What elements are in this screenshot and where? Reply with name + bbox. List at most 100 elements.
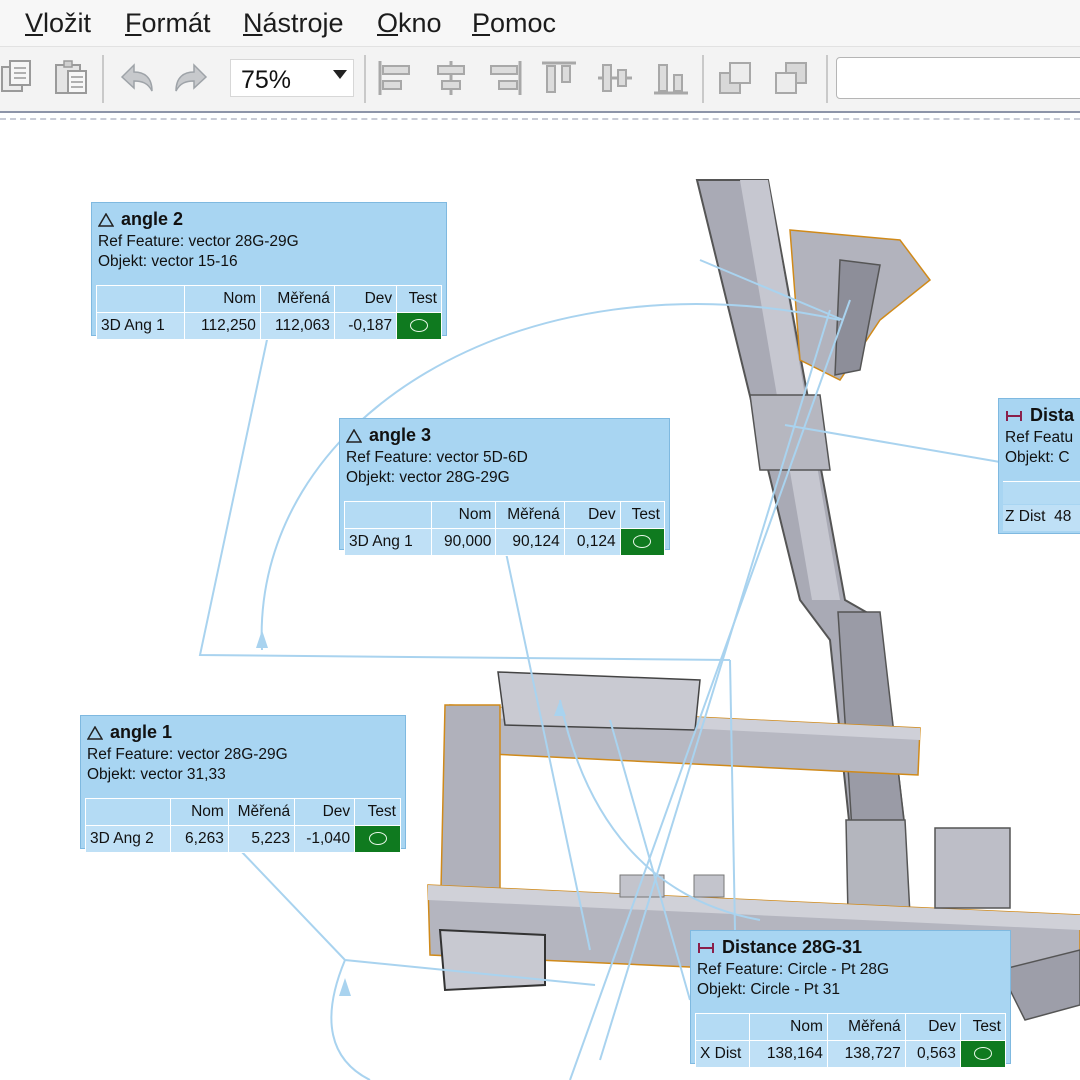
align-left-icon[interactable]	[374, 57, 416, 99]
col-measured: Měřená	[227, 798, 296, 826]
object-text: Objekt: vector 31,33	[87, 766, 226, 783]
dev-value: 0,563	[904, 1040, 961, 1068]
col-test: Test	[396, 285, 442, 313]
col-nom: Nom	[431, 501, 497, 529]
copy-icon[interactable]	[0, 57, 36, 99]
test-pass-indicator	[619, 528, 666, 556]
dev-value: 0,124	[563, 528, 621, 556]
menu-pomoc[interactable]: Pomoc	[472, 8, 556, 39]
angle-icon	[346, 428, 362, 443]
test-pass-indicator	[396, 312, 442, 340]
nom-value: 138,164	[749, 1040, 828, 1068]
paste-icon[interactable]	[50, 57, 92, 99]
align-top-icon[interactable]	[538, 57, 580, 99]
label-angle-3[interactable]: angle 3 Ref Feature: vector 5D-6D Objekt…	[339, 418, 670, 556]
row-name: 3D Ang 1	[343, 528, 433, 556]
table-header-row	[1003, 481, 1080, 504]
row-name: Z Dist	[1005, 508, 1046, 525]
distance-icon	[1005, 410, 1022, 421]
table-row: 3D Ang 2 6,263 5,223 -1,040	[84, 825, 401, 853]
col-dev: Dev	[904, 1013, 961, 1041]
arrowhead-icon	[256, 630, 268, 648]
col-test: Test	[354, 798, 401, 826]
chevron-down-icon[interactable]	[333, 70, 347, 79]
distance-icon	[698, 942, 714, 953]
label-title: angle 3	[369, 425, 432, 445]
toolbar: 75%	[0, 47, 1080, 113]
dev-value: -1,040	[294, 825, 356, 853]
zoom-select[interactable]: 75%	[230, 59, 354, 97]
table-row: X Dist 138,164 138,727 0,563	[694, 1040, 1007, 1068]
measured-value: 90,124	[495, 528, 565, 556]
dev-value: -0,187	[333, 312, 398, 340]
ref-feature-text: Ref Feature: vector 5D-6D	[346, 449, 528, 466]
table-row: Z Dist 48	[1003, 505, 1080, 531]
redo-icon[interactable]	[170, 57, 212, 99]
object-text: Objekt: vector 15-16	[98, 253, 238, 270]
label-title: angle 1	[110, 722, 173, 742]
align-right-icon[interactable]	[484, 57, 526, 99]
menu-bar: Vložit Formát Nástroje Okno Pomoc	[0, 0, 1080, 47]
col-dev: Dev	[294, 798, 356, 826]
send-backward-icon[interactable]	[772, 57, 814, 99]
arrowhead-icon	[339, 978, 351, 996]
table-row: 3D Ang 1 112,250 112,063 -0,187	[95, 312, 442, 340]
ref-feature-text: Ref Feature: Circle - Pt 28G	[697, 961, 890, 978]
label-angle-2[interactable]: angle 2 Ref Feature: vector 28G-29G Obje…	[91, 202, 447, 340]
label-title: Distance 28G-31	[722, 937, 863, 957]
col-measured: Měřená	[495, 501, 565, 529]
label-distance-partial[interactable]: Dista Ref Featu Objekt: C Z Dist 48	[998, 398, 1080, 534]
col-nom: Nom	[184, 285, 261, 313]
table-row: 3D Ang 1 90,000 90,124 0,124	[343, 528, 666, 556]
menu-okno[interactable]: Okno	[377, 8, 442, 39]
col-nom: Nom	[170, 798, 229, 826]
test-pass-indicator	[354, 825, 401, 853]
align-bottom-icon[interactable]	[650, 57, 692, 99]
row-name: X Dist	[694, 1040, 751, 1068]
align-middle-icon[interactable]	[594, 57, 636, 99]
toolbar-separator	[826, 55, 828, 103]
col-measured: Měřená	[826, 1013, 906, 1041]
measured-value: 5,223	[227, 825, 296, 853]
col-test: Test	[959, 1013, 1007, 1041]
test-pass-indicator	[959, 1040, 1007, 1068]
toolbar-input[interactable]	[836, 57, 1080, 99]
row-name: 3D Ang 2	[84, 825, 172, 853]
label-distance-28g-31[interactable]: Distance 28G-31 Ref Feature: Circle - Pt…	[690, 930, 1011, 1068]
object-text: Objekt: C	[1005, 449, 1070, 466]
nom-value: 90,000	[431, 528, 497, 556]
pass-circle-icon	[973, 1047, 992, 1061]
label-angle-1[interactable]: angle 1 Ref Feature: vector 28G-29G Obje…	[80, 715, 406, 853]
angle-icon	[98, 212, 114, 227]
label-title: Dista	[1029, 405, 1074, 425]
ref-feature-text: Ref Feature: vector 28G-29G	[87, 746, 288, 763]
measured-value: 112,063	[259, 312, 335, 340]
measurement-table: Nom Měřená Dev Test 3D Ang 1 90,000 90,1…	[343, 501, 666, 556]
menu-nastroje[interactable]: Nástroje	[243, 8, 344, 39]
measured-value: 138,727	[826, 1040, 906, 1068]
measurement-table: Nom Měřená Dev Test 3D Ang 1 112,250 112…	[95, 285, 442, 340]
col-dev: Dev	[563, 501, 621, 529]
toolbar-separator	[102, 55, 104, 103]
label-title: angle 2	[121, 209, 184, 229]
align-center-icon[interactable]	[430, 57, 472, 99]
toolbar-separator	[702, 55, 704, 103]
menu-format[interactable]: Formát	[125, 8, 211, 39]
measurement-table: Nom Měřená Dev Test X Dist 138,164 138,7…	[694, 1013, 1007, 1068]
ref-feature-text: Ref Feature: vector 28G-29G	[98, 233, 299, 250]
object-text: Objekt: Circle - Pt 31	[697, 981, 840, 998]
measurement-table: Nom Měřená Dev Test 3D Ang 2 6,263 5,223…	[84, 798, 401, 853]
toolbar-separator	[364, 55, 366, 103]
menu-vlozit[interactable]: Vložit	[25, 8, 91, 39]
angle-icon	[87, 725, 103, 740]
row-name: 3D Ang 1	[95, 312, 186, 340]
col-measured: Měřená	[259, 285, 335, 313]
nom-value: 48	[1054, 508, 1072, 525]
col-test: Test	[619, 501, 666, 529]
nom-value: 112,250	[184, 312, 261, 340]
pass-circle-icon	[633, 535, 652, 549]
undo-icon[interactable]	[116, 57, 158, 99]
nom-value: 6,263	[170, 825, 229, 853]
col-nom: Nom	[749, 1013, 828, 1041]
bring-forward-icon[interactable]	[716, 57, 758, 99]
